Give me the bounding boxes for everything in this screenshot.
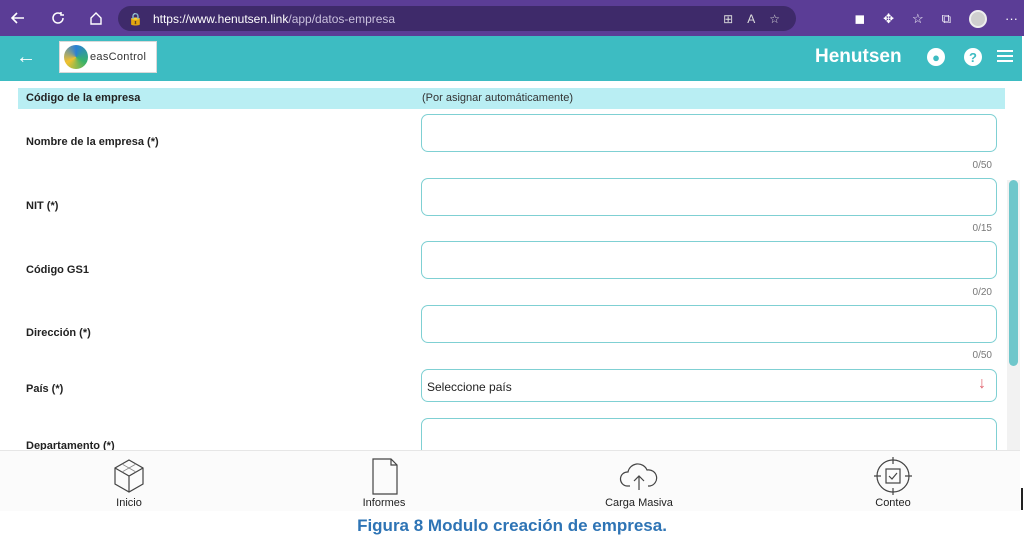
company-name-counter: 0/50	[972, 160, 992, 171]
gs1-code-input[interactable]	[421, 241, 997, 279]
cloud-upload-icon	[619, 463, 658, 490]
company-logo: easControl	[59, 41, 157, 73]
logo-text: easControl	[90, 51, 147, 63]
hamburger-menu-icon[interactable]	[997, 50, 1013, 65]
url-path: /app/datos-empresa	[288, 11, 396, 26]
back-arrow-icon[interactable]: ←	[16, 46, 36, 69]
gs1-code-counter: 0/20	[972, 287, 992, 298]
apps-icon[interactable]: ⊞	[723, 12, 733, 26]
department-label: Departamento (*)	[26, 440, 115, 450]
company-name-input[interactable]	[421, 114, 997, 152]
nav-inicio-label: Inicio	[116, 497, 142, 509]
cube-icon	[114, 459, 144, 493]
more-menu-icon[interactable]: ···	[1005, 11, 1018, 26]
company-code-row: Código de la empresa (Por asignar automá…	[18, 88, 1005, 109]
gs1-code-label: Código GS1	[26, 264, 89, 276]
bottom-navigation: Inicio Informes Carga Masiva Conteo	[0, 450, 1020, 511]
scrollbar-thumb[interactable]	[1009, 180, 1018, 366]
nit-counter: 0/15	[972, 223, 992, 234]
fingerprint-logo-icon	[64, 45, 88, 69]
company-form: Código de la empresa (Por asignar automá…	[0, 81, 1020, 450]
address-input[interactable]	[421, 305, 997, 343]
collections-icon[interactable]: ⧉	[942, 11, 951, 27]
favorites-icon[interactable]: ☆	[912, 11, 924, 27]
nav-informes[interactable]: Informes	[324, 451, 444, 512]
browser-home-icon[interactable]	[82, 4, 110, 32]
scrollbar[interactable]	[1007, 180, 1020, 450]
extension-icon[interactable]: ◼	[854, 11, 865, 27]
puzzle-icon[interactable]: ✥	[883, 11, 894, 27]
country-select-value: Seleccione país	[427, 380, 512, 394]
department-input[interactable]	[421, 418, 997, 450]
document-icon	[372, 458, 398, 495]
country-select[interactable]: Seleccione país ↓	[421, 369, 997, 402]
nav-informes-label: Informes	[362, 497, 406, 509]
lock-icon: 🔒	[128, 11, 143, 26]
nav-conteo-label: Conteo	[875, 497, 911, 509]
company-name-label: Nombre de la empresa (*)	[26, 136, 159, 148]
user-icon[interactable]: ●	[927, 48, 945, 66]
url-host: https://www.henutsen.link	[152, 11, 289, 26]
nit-input[interactable]	[421, 178, 997, 216]
nav-carga-masiva[interactable]: Carga Masiva	[579, 451, 699, 512]
profile-avatar[interactable]	[969, 9, 987, 28]
figure-caption: Figura 8 Modulo creación de empresa.	[357, 516, 667, 535]
target-scan-icon	[874, 457, 912, 495]
app-header: ← easControl Henutsen ● ?	[0, 36, 1022, 81]
nit-label: NIT (*)	[26, 200, 59, 212]
nav-carga-masiva-label: Carga Masiva	[605, 497, 673, 509]
browser-refresh-icon[interactable]	[44, 4, 72, 32]
address-bar[interactable]: 🔒 https://www.henutsen.link/app/datos-em…	[118, 6, 796, 31]
favorite-star-icon[interactable]: ☆	[769, 12, 780, 26]
browser-toolbar: 🔒 https://www.henutsen.link/app/datos-em…	[0, 0, 1024, 36]
nav-inicio[interactable]: Inicio	[69, 451, 189, 512]
address-counter: 0/50	[972, 350, 992, 361]
browser-back-icon[interactable]	[4, 4, 32, 32]
country-label: País (*)	[26, 383, 64, 395]
arrow-down-icon: ↓	[978, 375, 986, 392]
brand-name: Henutsen	[815, 46, 902, 67]
company-code-label: Código de la empresa	[26, 92, 141, 104]
read-aloud-icon[interactable]: A	[747, 12, 755, 26]
company-code-value: (Por asignar automáticamente)	[422, 92, 574, 104]
edge-divider	[1021, 488, 1023, 510]
address-label: Dirección (*)	[26, 327, 91, 339]
help-icon[interactable]: ?	[964, 48, 982, 66]
nav-conteo[interactable]: Conteo	[833, 451, 953, 512]
